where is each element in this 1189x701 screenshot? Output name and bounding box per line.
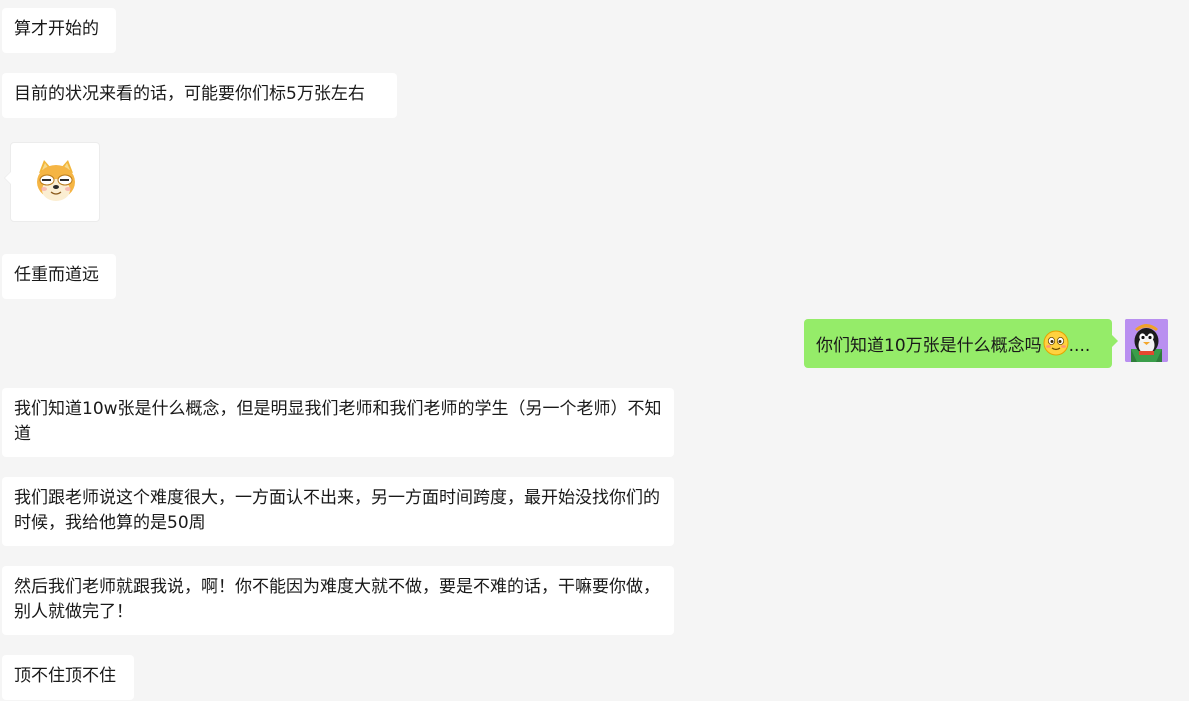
message-bubble[interactable]: 目前的状况来看的话，可能要你们标5万张左右 bbox=[2, 73, 397, 118]
message-bubble-outgoing[interactable]: 你们知道10万张是什么概念吗 .... bbox=[804, 319, 1118, 368]
message-bubble[interactable]: 然后我们老师就跟我说，啊！你不能因为难度大就不做，要是不难的话，干嘛要你做，别人… bbox=[2, 566, 674, 635]
message-text: 我们跟老师说这个难度很大，一方面认不出来，另一方面时间跨度，最开始没找你们的时候… bbox=[14, 488, 660, 533]
message-bubble[interactable]: 算才开始的 bbox=[2, 8, 116, 53]
shiba-dog-sticker bbox=[37, 160, 75, 201]
message-text: 算才开始的 bbox=[14, 19, 99, 39]
sticker-message[interactable] bbox=[4, 142, 100, 222]
message-suffix: .... bbox=[1068, 336, 1091, 356]
message-text: 然后我们老师就跟我说，啊！你不能因为难度大就不做，要是不难的话，干嘛要你做，别人… bbox=[14, 577, 660, 622]
smiling-face-emoji bbox=[1043, 330, 1069, 356]
message-text: 任重而道远 bbox=[14, 265, 99, 285]
message-text: 目前的状况来看的话，可能要你们标5万张左右 bbox=[14, 84, 365, 104]
chat-message-list[interactable]: 算才开始的 目前的状况来看的话，可能要你们标5万张左右 任重而道远 你们知道10… bbox=[0, 0, 1189, 701]
message-bubble[interactable]: 任重而道远 bbox=[2, 254, 116, 299]
penguin-avatar-icon[interactable] bbox=[1125, 319, 1168, 362]
message-bubble[interactable]: 我们知道10w张是什么概念，但是明显我们老师和我们老师的学生（另一个老师）不知道 bbox=[2, 388, 674, 457]
message-text: 我们知道10w张是什么概念，但是明显我们老师和我们老师的学生（另一个老师）不知道 bbox=[14, 399, 662, 444]
message-text: 顶不住顶不住 bbox=[14, 666, 116, 686]
message-bubble[interactable]: 我们跟老师说这个难度很大，一方面认不出来，另一方面时间跨度，最开始没找你们的时候… bbox=[2, 477, 674, 546]
message-bubble[interactable]: 顶不住顶不住 bbox=[2, 655, 134, 700]
message-text: 你们知道10万张是什么概念吗 bbox=[816, 336, 1042, 356]
